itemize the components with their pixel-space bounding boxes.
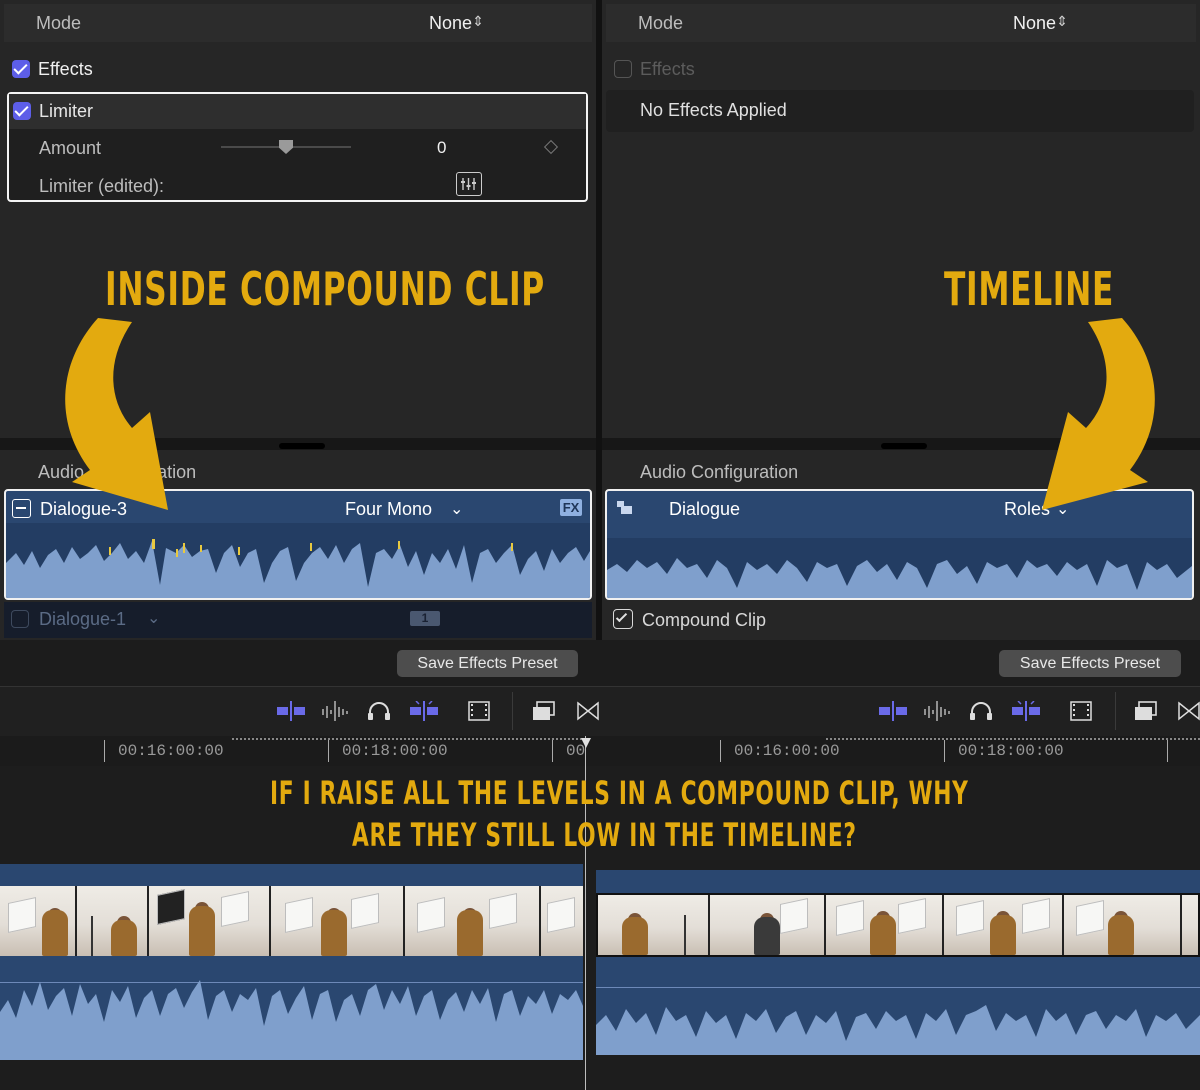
effects-browser-icon[interactable] [1133,701,1159,721]
chevron-down-icon[interactable]: ⌄ [147,608,160,628]
filmstrip [596,893,1200,957]
toolbar-separator [1115,692,1116,730]
headphones-icon[interactable] [968,701,994,721]
mode-row: Mode None ⇕ [606,4,1196,42]
effects-checkbox[interactable] [614,60,632,78]
audio-waveform [6,523,590,598]
transitions-browser-icon[interactable] [1176,701,1200,721]
amount-label: Amount [39,138,102,158]
no-effects-label: No Effects Applied [640,100,787,120]
clip-name: Dialogue [669,499,741,519]
video-thumbnail [0,886,77,956]
video-thumbnail [541,886,583,956]
effects-row: Effects [606,50,1196,88]
updown-chevron-icon[interactable]: ⇕ [472,13,484,30]
channel-badge: 1 [410,611,440,626]
effects-row: Effects [4,50,592,88]
annotation-question-line-1: IF I RAISE ALL THE LEVELS IN A COMPOUND … [270,774,969,812]
clip-appearance-icon[interactable] [466,701,492,721]
mode-popup[interactable]: None [429,13,472,34]
video-thumbnail [1064,895,1182,955]
snapping-icon[interactable] [1012,700,1040,721]
component-checkbox[interactable] [11,610,29,628]
video-thumbnail [1182,895,1198,955]
annotation-left-title: INSIDE COMPOUND CLIP [105,262,545,316]
toolbar-separator [512,692,513,730]
ruler-tick [552,740,553,762]
limiter-checkbox[interactable] [13,102,31,120]
timecode-label: 00:16:00:00 [734,742,840,760]
updown-chevron-icon[interactable]: ⇕ [1056,13,1068,30]
channel-badge-label: 1 [421,611,429,625]
video-thumbnail [944,895,1064,955]
compound-clip-checkbox[interactable] [613,609,633,629]
snapping-icon[interactable] [410,700,438,721]
annotation-arrow-right [1042,318,1155,510]
skimming-icon[interactable] [879,701,907,721]
keyframe-diamond-icon[interactable] [543,139,559,155]
channel-config-popup[interactable]: Four Mono [345,499,432,520]
ruler-tick [104,740,105,762]
skimming-icon[interactable] [277,701,305,721]
audio-skimming-icon[interactable] [923,701,950,721]
limiter-effect-box: Limiter Amount 0 Limiter (edited): [7,92,588,202]
ruler-tick [328,740,329,762]
effects-label: Effects [640,59,695,79]
limiter-label: Limiter [39,101,94,121]
ruler-range-marker [232,738,582,740]
resize-handle[interactable] [279,443,325,449]
compound-clip-label: Compound Clip [642,610,767,630]
video-thumbnail [405,886,541,956]
timecode-label: 00:18:00:00 [342,742,448,760]
fx-badge: FX [560,499,582,516]
filmstrip [0,886,583,956]
annotation-arrow-left [65,318,168,510]
headphones-icon[interactable] [366,701,392,721]
effect-editor-icon[interactable] [456,172,482,196]
collapse-icon[interactable] [12,499,31,518]
audio-component-dialogue-1[interactable]: Dialogue-1 ⌄ 1 [4,602,592,638]
timeline-audio-waveform [596,1005,1200,1055]
save-effects-preset-button[interactable]: Save Effects Preset [999,650,1181,677]
audio-configuration-label: Audio Configuration [640,462,799,482]
slider-thumb[interactable] [279,140,293,154]
clip-appearance-icon[interactable] [1068,701,1094,721]
mode-label: Mode [36,13,82,33]
video-thumbnail [710,895,826,955]
mode-label: Mode [638,13,684,33]
ruler-range-marker [826,738,1200,740]
transitions-browser-icon[interactable] [575,701,601,721]
no-effects-box: No Effects Applied [606,90,1194,132]
amount-value[interactable]: 0 [437,138,446,158]
audio-waveform [607,538,1192,598]
timeline-audio-waveform [0,980,583,1060]
timecode-label: 00:18:00:00 [958,742,1064,760]
mode-popup[interactable]: None [1013,13,1056,34]
ruler-tick [1167,740,1168,762]
compound-clip-row: Compound Clip [605,602,1194,638]
annotation-question-line-2: ARE THEY STILL LOW IN THE TIMELINE? [352,816,857,854]
ruler-tick [944,740,945,762]
clip-name: Dialogue-1 [39,609,127,629]
ruler-tick [720,740,721,762]
video-thumbnail [598,895,710,955]
video-thumbnail [271,886,405,956]
mode-row: Mode None ⇕ [4,4,592,42]
timecode-label: 00:16:00:00 [118,742,224,760]
video-thumbnail [826,895,944,955]
chevron-down-icon[interactable]: ⌄ [450,499,463,519]
resize-handle[interactable] [881,443,927,449]
video-thumbnail [77,886,149,956]
save-effects-preset-button[interactable]: Save Effects Preset [397,650,578,677]
annotation-right-title: TIMELINE [944,262,1115,316]
effects-checkbox[interactable] [12,60,30,78]
limiter-edited-label: Limiter (edited): [39,176,165,196]
playhead-handle[interactable] [581,738,591,748]
audio-skimming-icon[interactable] [321,701,348,721]
effects-label: Effects [38,59,93,79]
effects-browser-icon[interactable] [531,701,557,721]
video-thumbnail [149,886,271,956]
compound-clip-icon [617,501,632,514]
limiter-header[interactable]: Limiter [9,94,586,129]
